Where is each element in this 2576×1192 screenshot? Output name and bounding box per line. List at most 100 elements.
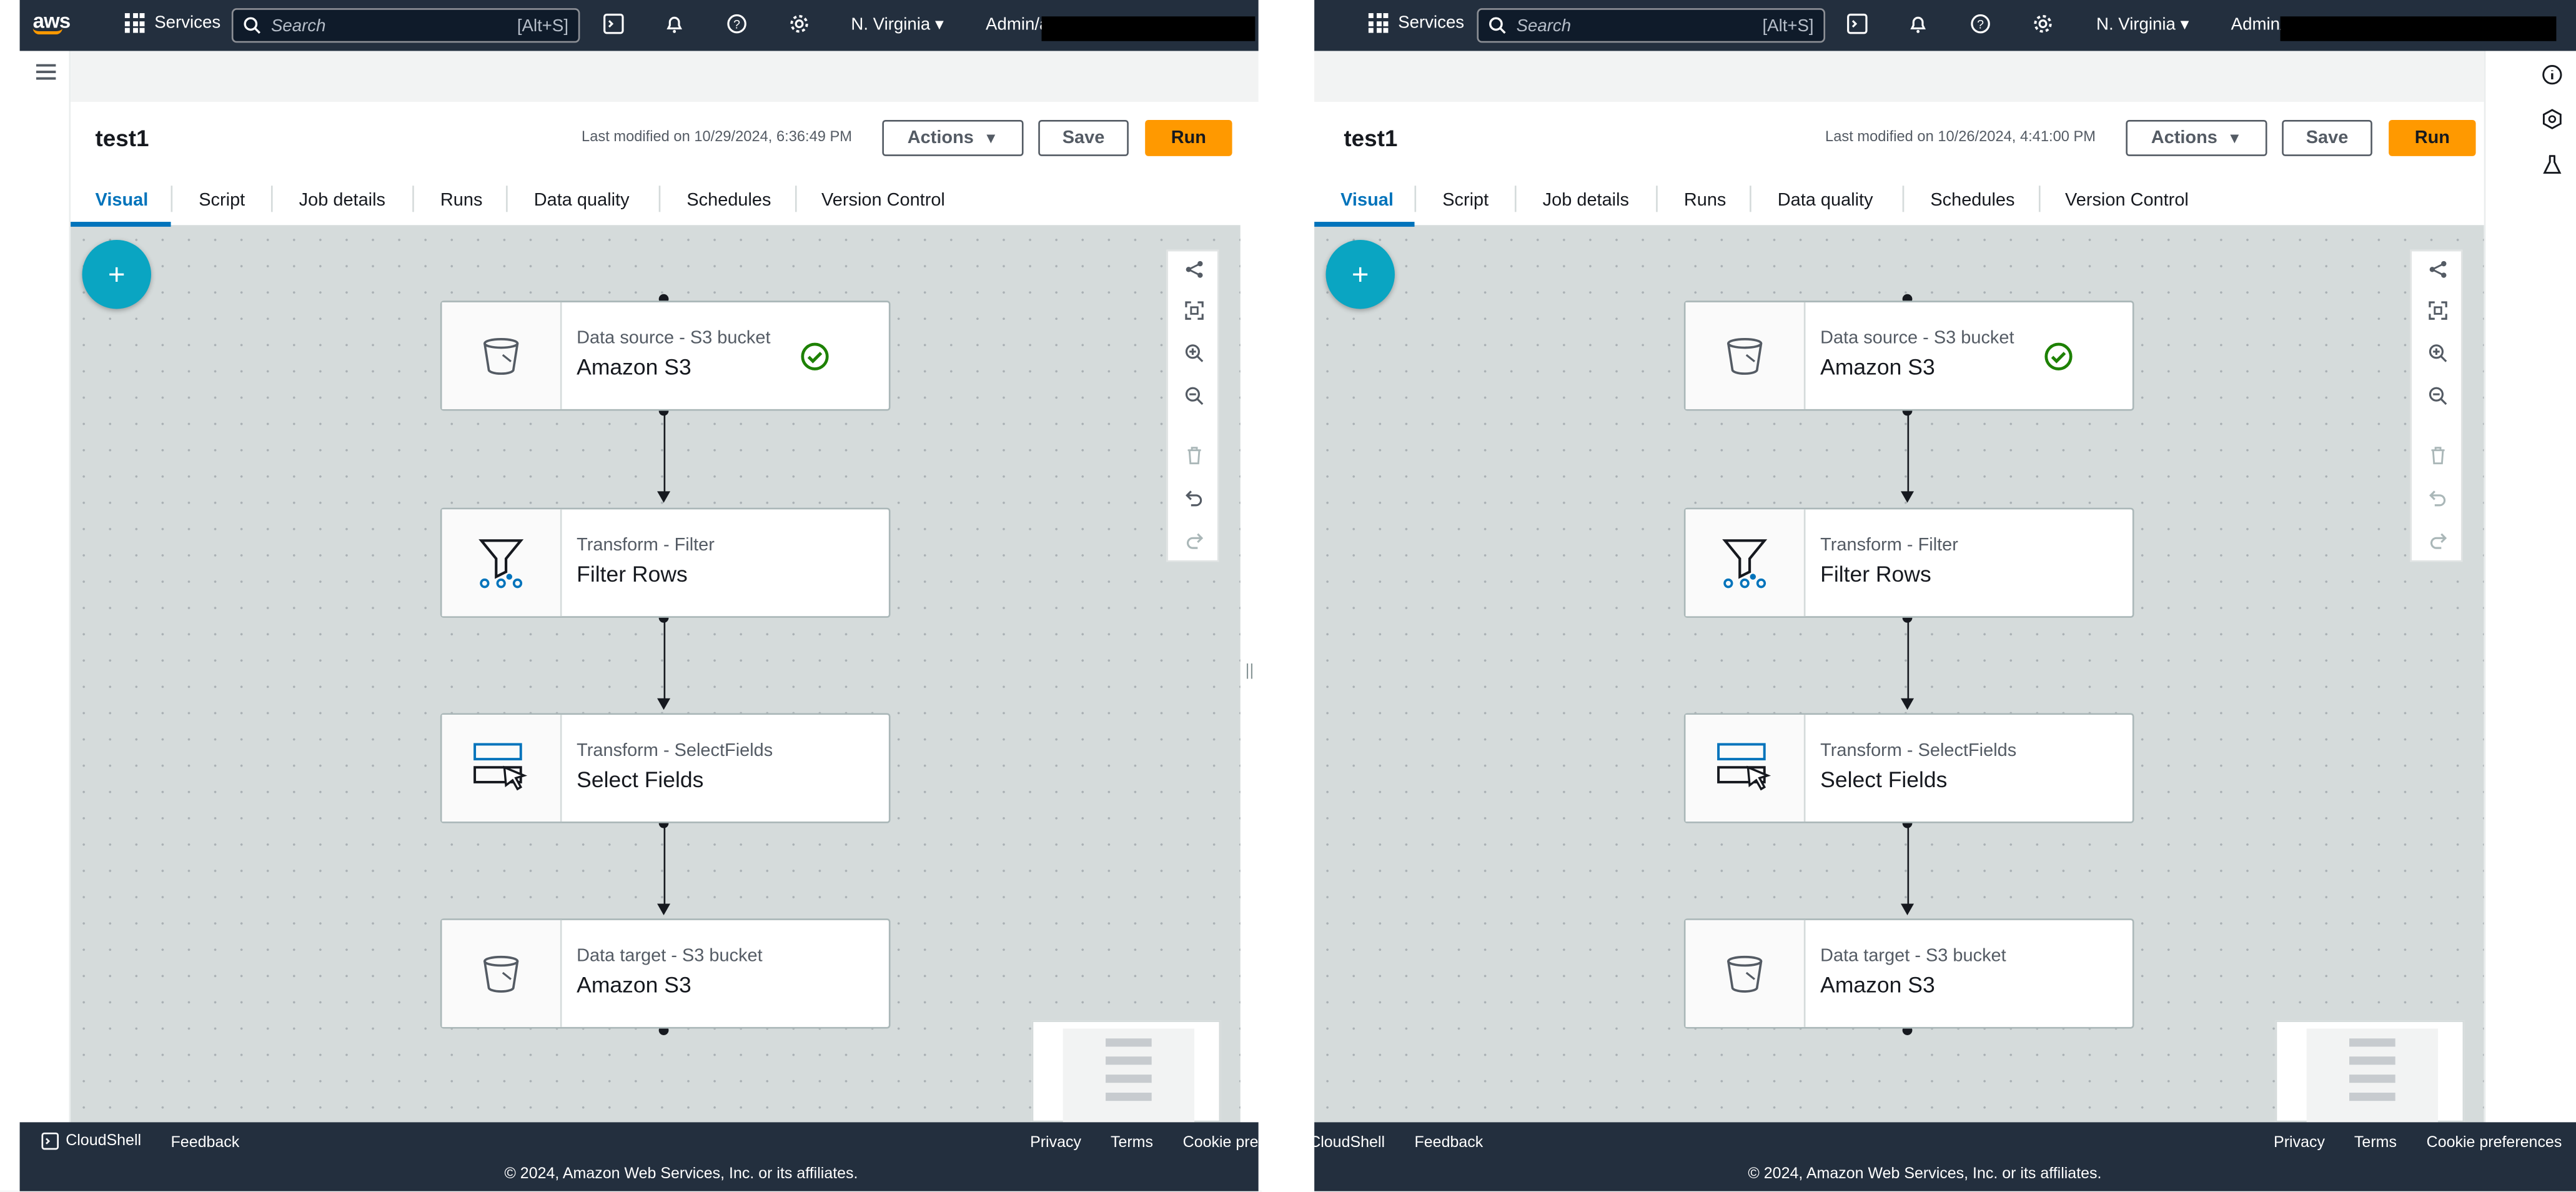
cloudshell-footer-link[interactable]: CloudShell — [1314, 1134, 1385, 1152]
zoom-in-icon[interactable] — [1181, 340, 1207, 366]
redo-icon[interactable] — [2425, 527, 2451, 554]
bucket-icon — [442, 302, 562, 409]
tab-data-quality[interactable]: Data quality — [534, 191, 630, 211]
node-transform-filter[interactable]: Transform - Filter Filter Rows — [1683, 507, 2134, 618]
cloudshell-footer-link[interactable]: CloudShell — [41, 1132, 141, 1150]
layout-graph-icon[interactable] — [2425, 256, 2451, 282]
visual-editor-canvas[interactable]: + Data source - S3 bucket Amazon S3 Trans… — [71, 226, 1241, 1124]
services-menu-button[interactable]: Services — [1368, 13, 1464, 33]
add-node-button[interactable]: + — [1325, 239, 1395, 309]
tab-schedules[interactable]: Schedules — [686, 191, 771, 211]
services-menu-button[interactable]: Services — [124, 13, 220, 33]
terms-link[interactable]: Terms — [2354, 1134, 2397, 1152]
node-data-source[interactable]: Data source - S3 bucket Amazon S3 — [440, 300, 891, 411]
tab-visual[interactable]: Visual — [96, 191, 149, 211]
filter-icon — [1685, 509, 1806, 617]
zoom-out-icon[interactable] — [1181, 383, 1207, 409]
help-icon[interactable]: ? — [725, 13, 748, 36]
select-fields-icon — [1685, 715, 1806, 822]
delete-trash-icon[interactable] — [1181, 442, 1207, 468]
aws-logo[interactable]: aws — [32, 10, 71, 35]
console-footer: CloudShell Feedback Privacy Terms Cookie… — [1314, 1122, 2576, 1191]
arrowhead — [1901, 491, 1915, 503]
node-name-label: Amazon S3 — [1820, 355, 1935, 380]
cookie-preferences-link[interactable]: Cookie preferences — [2427, 1134, 2562, 1152]
node-data-target[interactable]: Data target - S3 bucket Amazon S3 — [1683, 918, 2134, 1029]
select-fields-icon — [442, 715, 562, 822]
canvas-toolbar — [2410, 249, 2463, 562]
node-data-target[interactable]: Data target - S3 bucket Amazon S3 — [440, 918, 891, 1029]
terms-link[interactable]: Terms — [1111, 1134, 1153, 1152]
minimap-node — [1106, 1056, 1152, 1065]
feedback-link[interactable]: Feedback — [1415, 1134, 1484, 1152]
minimap[interactable] — [2275, 1020, 2465, 1124]
add-node-button[interactable]: + — [82, 239, 151, 309]
screenshot-divider — [1258, 0, 1315, 1191]
node-transform-selectfields[interactable]: Transform - SelectFields Select Fields — [440, 713, 891, 823]
cloudshell-icon[interactable] — [1845, 13, 1868, 36]
tab-runs[interactable]: Runs — [1684, 191, 1726, 211]
tab-job-details[interactable]: Job details — [299, 191, 385, 211]
cloudshell-icon[interactable] — [602, 13, 625, 36]
feedback-link[interactable]: Feedback — [171, 1134, 240, 1152]
tab-version-control[interactable]: Version Control — [2065, 191, 2189, 211]
actions-dropdown-button[interactable]: Actions ▼ — [2126, 119, 2267, 156]
privacy-link[interactable]: Privacy — [1030, 1134, 1081, 1152]
tab-version-control[interactable]: Version Control — [821, 191, 945, 211]
region-selector[interactable]: N. Virginia ▾ — [851, 15, 943, 35]
tab-job-details[interactable]: Job details — [1543, 191, 1629, 211]
grid-icon — [1368, 13, 1389, 33]
notifications-bell-icon[interactable] — [662, 13, 685, 36]
node-transform-filter[interactable]: Transform - Filter Filter Rows — [440, 507, 891, 618]
fit-view-icon[interactable] — [1181, 297, 1207, 324]
minimap[interactable] — [1031, 1020, 1221, 1124]
data-catalog-icon[interactable] — [2542, 109, 2563, 130]
account-menu[interactable]: Admin/ — [2231, 15, 2285, 35]
save-button[interactable]: Save — [1038, 119, 1129, 156]
node-data-source[interactable]: Data source - S3 bucket Amazon S3 — [1683, 300, 2134, 411]
last-modified-text: Last modified on 10/29/2024, 6:36:49 PM — [582, 128, 853, 145]
tab-visual[interactable]: Visual — [1340, 191, 1394, 211]
search-input[interactable]: Search [Alt+S] — [231, 8, 580, 43]
tab-data-quality[interactable]: Data quality — [1778, 191, 1873, 211]
arrowhead — [1901, 903, 1915, 915]
help-icon[interactable]: ? — [1968, 13, 1991, 36]
fit-view-icon[interactable] — [2425, 297, 2451, 324]
tab-runs[interactable]: Runs — [440, 191, 483, 211]
settings-gear-icon[interactable] — [787, 13, 810, 36]
lab-flask-icon[interactable] — [2542, 154, 2563, 176]
minimap-node — [2349, 1075, 2395, 1083]
zoom-out-icon[interactable] — [2425, 383, 2451, 409]
node-name-label: Amazon S3 — [1820, 973, 1935, 998]
tab-script[interactable]: Script — [199, 191, 245, 211]
tab-schedules[interactable]: Schedules — [1930, 191, 2014, 211]
cookie-preferences-link[interactable]: Cookie pref — [1183, 1134, 1262, 1152]
run-button[interactable]: Run — [2389, 119, 2476, 156]
arrowhead — [657, 698, 671, 710]
breadcrumb-bar — [1314, 51, 2576, 102]
run-button[interactable]: Run — [1145, 119, 1232, 156]
privacy-link[interactable]: Privacy — [2274, 1134, 2325, 1152]
tab-script[interactable]: Script — [1442, 191, 1489, 211]
region-selector[interactable]: N. Virginia ▾ — [2096, 15, 2189, 35]
zoom-in-icon[interactable] — [2425, 340, 2451, 366]
plus-icon: + — [1351, 257, 1369, 291]
notifications-bell-icon[interactable] — [1906, 13, 1929, 36]
menu-hamburger-icon[interactable] — [36, 64, 56, 81]
actions-dropdown-button[interactable]: Actions ▼ — [882, 119, 1024, 156]
settings-gear-icon[interactable] — [2031, 13, 2054, 36]
undo-icon[interactable] — [2425, 485, 2451, 511]
node-transform-selectfields[interactable]: Transform - SelectFields Select Fields — [1683, 713, 2134, 823]
undo-icon[interactable] — [1181, 485, 1207, 511]
redo-icon[interactable] — [1181, 527, 1207, 554]
minimap-node — [1106, 1038, 1152, 1047]
info-icon[interactable] — [2542, 64, 2563, 86]
resize-handle-icon[interactable]: || — [1246, 662, 1254, 680]
minimap-node — [2349, 1056, 2395, 1065]
visual-editor-canvas[interactable]: + Data source - S3 bucket Amazon S3 Trans… — [1314, 226, 2484, 1124]
layout-graph-icon[interactable] — [1181, 256, 1207, 282]
save-button[interactable]: Save — [2282, 119, 2372, 156]
search-input[interactable]: Search [Alt+S] — [1477, 8, 1826, 43]
delete-trash-icon[interactable] — [2425, 442, 2451, 468]
account-menu[interactable]: Admin/a — [986, 15, 1049, 35]
